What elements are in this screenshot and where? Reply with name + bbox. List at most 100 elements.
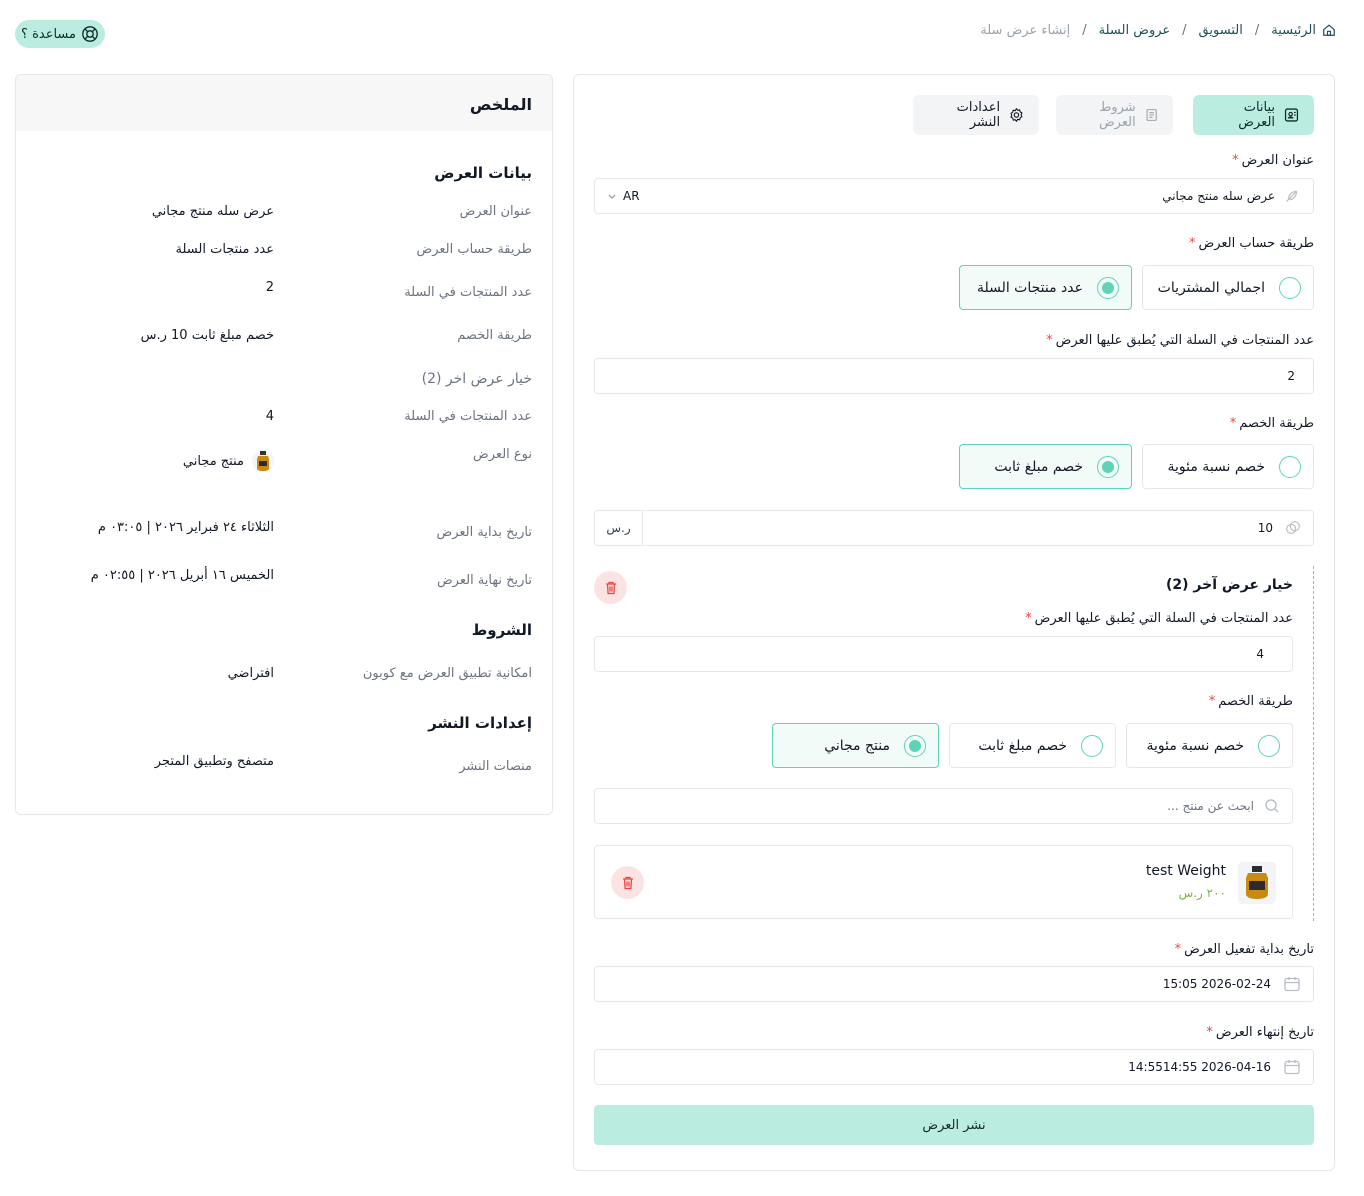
- count-value: 2: [1287, 369, 1295, 383]
- calc-option-count[interactable]: عدد منتجات السلة: [959, 265, 1132, 310]
- document-icon: [1146, 109, 1157, 121]
- summary-offer-section: بيانات العرض: [434, 164, 532, 182]
- summary-value: 4: [265, 409, 274, 424]
- language-value: AR: [623, 189, 640, 203]
- coins-icon: [1273, 519, 1313, 537]
- summary-label: عدد المنتجات في السلة: [404, 409, 532, 424]
- publish-offer-button[interactable]: نشر العرض: [594, 1105, 1314, 1145]
- tab-label: اعدادات النشر: [956, 100, 1001, 130]
- home-icon[interactable]: [1322, 23, 1336, 37]
- offer-form: بيانات العرض شروط العرض اعدادات النشر عن…: [573, 74, 1335, 1171]
- calc-option-total[interactable]: اجمالي المشتريات: [1142, 265, 1314, 310]
- breadcrumb: الرئيسية / التسويق / عروض السلة / إنشاء …: [980, 19, 1336, 41]
- summary-label: منصات النشر: [459, 759, 532, 774]
- alt-discount-option-percent[interactable]: خصم نسبة مئوية: [1126, 723, 1293, 768]
- remove-product-button[interactable]: [611, 866, 644, 899]
- summary-label: طريقة حساب العرض: [416, 242, 532, 257]
- radio-circle-selected: [1097, 455, 1119, 478]
- offer-title-input[interactable]: عرض سله منتج مجاني AR: [594, 178, 1314, 214]
- lifebuoy-icon: [82, 26, 98, 42]
- end-date-input[interactable]: 2026-04-16 14:5514:55: [594, 1049, 1314, 1085]
- start-date-input[interactable]: 2026-02-24 15:05: [594, 966, 1314, 1002]
- breadcrumb-home[interactable]: الرئيسية: [1271, 23, 1316, 38]
- offer-title-value: عرض سله منتج مجاني: [1162, 189, 1275, 203]
- radio-label: منتج مجاني: [824, 737, 890, 754]
- summary-value: افتراضي: [227, 666, 274, 681]
- delete-alt-option-button[interactable]: [594, 571, 627, 604]
- summary-label: امكانية تطبيق العرض مع كوبون: [362, 666, 532, 681]
- summary-value: الثلاثاء ٢٤ فبراير ٢٠٢٦ | ٠٣:٠٥ م: [97, 520, 274, 535]
- summary-value: متصفح وتطبيق المتجر: [154, 754, 274, 769]
- radio-label: خصم مبلغ ثابت: [978, 737, 1067, 754]
- radio-circle: [1279, 276, 1301, 299]
- product-price: ٢٠٠ ر.س: [1178, 886, 1226, 900]
- tab-offer-terms[interactable]: شروط العرض: [1056, 95, 1173, 135]
- help-label: مساعدة ؟: [21, 26, 76, 42]
- breadcrumb-current: إنشاء عرض سلة: [980, 22, 1071, 38]
- search-placeholder: ابحث عن منتج ...: [1167, 799, 1254, 813]
- summary-label: عنوان العرض: [459, 204, 532, 219]
- summary-label: عدد المنتجات في السلة: [404, 285, 532, 300]
- summary-panel: الملخص بيانات العرض عنوان العرض عرض سله …: [15, 74, 553, 815]
- summary-label: نوع العرض: [473, 447, 532, 462]
- radio-circle-selected: [904, 734, 926, 757]
- offer-title-label: عنوان العرض*: [1232, 153, 1314, 168]
- amount-input[interactable]: 10 ر.س: [594, 510, 1314, 546]
- product-image: [1238, 862, 1276, 904]
- help-button[interactable]: مساعدة ؟: [15, 20, 105, 48]
- breadcrumb-separator: /: [1254, 22, 1260, 38]
- radio-label: خصم نسبة مئوية: [1146, 737, 1245, 754]
- summary-value: منتج مجاني: [182, 453, 244, 469]
- gear-icon: [1010, 108, 1023, 122]
- count-input[interactable]: 2: [594, 358, 1314, 394]
- alt-count-input[interactable]: 4: [594, 636, 1293, 672]
- tab-offer-data[interactable]: بيانات العرض: [1193, 95, 1314, 135]
- summary-free-product: منتج مجاني: [183, 448, 274, 474]
- currency-suffix: ر.س: [595, 511, 643, 545]
- radio-label: خصم نسبة مئوية: [1167, 458, 1266, 475]
- calc-method-label: طريقة حساب العرض*: [1188, 236, 1314, 251]
- alt-discount-option-fixed[interactable]: خصم مبلغ ثابت: [949, 723, 1116, 768]
- start-date-label: تاريخ بداية تفعيل العرض*: [1174, 942, 1314, 957]
- product-search-input[interactable]: ابحث عن منتج ...: [594, 788, 1293, 824]
- summary-label: تاريخ نهاية العرض: [436, 573, 532, 588]
- amount-value: 10: [1257, 521, 1273, 535]
- radio-label: خصم مبلغ ثابت: [994, 458, 1083, 475]
- discount-method-label: طريقة الخصم*: [1229, 416, 1314, 431]
- alt-count-value: 4: [1256, 647, 1264, 661]
- trash-icon: [622, 876, 633, 889]
- summary-value: الخميس ١٦ أبريل ٢٠٢٦ | ٠٢:٥٥ م: [90, 568, 274, 583]
- radio-circle: [1081, 734, 1103, 757]
- tab-publish-settings[interactable]: اعدادات النشر: [913, 95, 1039, 135]
- trash-icon: [605, 581, 616, 594]
- discount-option-fixed[interactable]: خصم مبلغ ثابت: [959, 444, 1132, 489]
- end-date-label: تاريخ إنتهاء العرض*: [1206, 1025, 1314, 1040]
- start-date-value: 2026-02-24 15:05: [1162, 977, 1271, 991]
- calendar-icon: [1284, 977, 1300, 992]
- alt-option-divider: [1313, 566, 1314, 921]
- tab-label: بيانات العرض: [1238, 100, 1276, 130]
- summary-publish-section: إعدادات النشر: [428, 714, 532, 732]
- alt-discount-option-free-product[interactable]: منتج مجاني: [772, 723, 939, 768]
- breadcrumb-separator: /: [1182, 22, 1187, 38]
- radio-circle: [1279, 455, 1301, 478]
- search-icon: [1265, 799, 1279, 813]
- offer-card-icon: [1284, 108, 1299, 122]
- alt-discount-label: طريقة الخصم*: [1208, 694, 1293, 709]
- breadcrumb-cart-offers[interactable]: عروض السلة: [1099, 23, 1171, 38]
- count-label: عدد المنتجات في السلة التي يُطبق عليها ا…: [1046, 333, 1314, 348]
- summary-title: الملخص: [16, 75, 552, 131]
- radio-label: عدد منتجات السلة: [976, 279, 1083, 296]
- radio-label: اجمالي المشتريات: [1157, 279, 1265, 296]
- breadcrumb-marketing[interactable]: التسويق: [1199, 23, 1243, 38]
- discount-option-percent[interactable]: خصم نسبة مئوية: [1142, 444, 1314, 489]
- summary-value: خصم مبلغ ثابت 10 ر.س: [140, 328, 274, 343]
- radio-circle-selected: [1097, 276, 1119, 299]
- radio-circle: [1258, 734, 1280, 757]
- summary-value: عدد منتجات السلة: [175, 242, 274, 257]
- feather-icon: [1286, 190, 1298, 202]
- selected-product-card: test Weight ٢٠٠ ر.س: [594, 845, 1293, 919]
- language-select[interactable]: AR: [607, 189, 640, 203]
- alt-option-title: خيار عرض آخر (2): [1165, 577, 1293, 593]
- summary-label: طريقة الخصم: [457, 328, 532, 343]
